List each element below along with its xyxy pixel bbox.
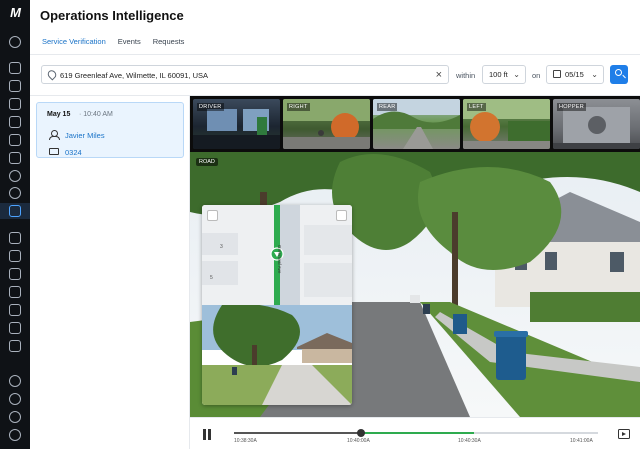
driver-link[interactable]: Javier Miles bbox=[65, 131, 105, 140]
timeline-tick: 10:40:30A bbox=[458, 438, 481, 444]
chevron-down-icon: ⌄ bbox=[513, 70, 520, 79]
video-mode-button[interactable] bbox=[618, 429, 630, 439]
camera-label: HOPPER bbox=[557, 103, 587, 111]
search-button[interactable] bbox=[610, 65, 628, 84]
nav-rail: M bbox=[0, 0, 30, 449]
timeline-scrubber[interactable] bbox=[357, 429, 366, 437]
map-house-number: 5 bbox=[210, 275, 213, 281]
user-icon bbox=[49, 130, 60, 140]
street-photo[interactable] bbox=[202, 305, 352, 405]
results-list: May 15 · 10:40 AM Javier Miles 0324 bbox=[30, 96, 190, 449]
address-search-field[interactable]: × bbox=[41, 65, 449, 84]
tab-events[interactable]: Events bbox=[116, 37, 143, 55]
calendar-icon bbox=[553, 70, 561, 78]
result-date: May 15 bbox=[47, 111, 71, 118]
chart-icon[interactable] bbox=[9, 286, 21, 298]
camera-thumb-left[interactable]: LEFT bbox=[463, 99, 550, 149]
user-icon[interactable] bbox=[9, 170, 21, 182]
camera-label: RIGHT bbox=[287, 103, 310, 111]
address-input[interactable] bbox=[60, 68, 430, 82]
playback-timeline: 10:38:30A 10:40:00A 10:40:30A 10:41:00A bbox=[190, 417, 640, 449]
help-icon[interactable] bbox=[9, 393, 21, 405]
road-camera-label: ROAD bbox=[196, 158, 218, 166]
account-settings-icon[interactable] bbox=[9, 375, 21, 387]
search-icon bbox=[615, 69, 622, 76]
camera-label: REAR bbox=[377, 103, 398, 111]
camera-strip: DRIVER RIGHT REAR LEFT HOPPER bbox=[190, 96, 640, 152]
compass-icon[interactable] bbox=[9, 187, 21, 199]
tab-service-verification[interactable]: Service Verification bbox=[40, 37, 108, 55]
truck-link[interactable]: 0324 bbox=[65, 148, 82, 157]
street-photo-image bbox=[202, 305, 352, 405]
pause-button[interactable] bbox=[202, 429, 212, 440]
table-icon[interactable] bbox=[9, 304, 21, 316]
service-verification-icon[interactable] bbox=[9, 205, 21, 217]
timeline-tick: 10:38:30A bbox=[234, 438, 257, 444]
camera-thumb-hopper[interactable]: HOPPER bbox=[553, 99, 640, 149]
tab-bar: Service Verification Events Requests bbox=[40, 37, 194, 55]
search-icon[interactable] bbox=[9, 36, 21, 48]
date-value: 05/15 bbox=[565, 70, 584, 79]
layers-icon[interactable] bbox=[9, 250, 21, 262]
map-overlay[interactable]: Greenleaf Ave 3 5 bbox=[202, 205, 352, 405]
timeline-highlight bbox=[361, 432, 475, 434]
location-pin-icon bbox=[45, 68, 59, 81]
tab-requests[interactable]: Requests bbox=[151, 37, 187, 55]
app-logo[interactable]: M bbox=[0, 5, 30, 23]
report-icon[interactable] bbox=[9, 268, 21, 280]
map-house-number: 3 bbox=[220, 244, 223, 250]
timeline-tick: 10:40:00A bbox=[347, 438, 370, 444]
map-icon[interactable] bbox=[9, 62, 21, 74]
bin-icon[interactable] bbox=[9, 232, 21, 244]
within-label: within bbox=[456, 71, 476, 80]
tab-divider bbox=[30, 54, 640, 55]
chevron-down-icon: ⌄ bbox=[591, 70, 598, 79]
inbox-icon[interactable] bbox=[9, 98, 21, 110]
map-street-name: Greenleaf Ave bbox=[277, 245, 282, 274]
route-icon[interactable] bbox=[9, 152, 21, 164]
map-menu-icon[interactable] bbox=[207, 210, 218, 221]
profile-icon[interactable] bbox=[9, 429, 21, 441]
timeline-played bbox=[234, 432, 362, 434]
truck-icon bbox=[49, 148, 59, 155]
camera-label: DRIVER bbox=[197, 103, 224, 111]
result-time: · 10:40 AM bbox=[79, 111, 113, 118]
page-title: Operations Intelligence bbox=[40, 8, 184, 23]
mini-map[interactable]: Greenleaf Ave 3 5 bbox=[202, 205, 352, 305]
briefcase-icon[interactable] bbox=[9, 340, 21, 352]
on-label: on bbox=[532, 71, 541, 80]
truck-icon[interactable] bbox=[9, 134, 21, 146]
close-icon[interactable]: × bbox=[436, 68, 442, 82]
date-select[interactable]: 05/15 ⌄ bbox=[546, 65, 604, 84]
bell-icon[interactable] bbox=[9, 411, 21, 423]
result-card[interactable]: May 15 · 10:40 AM Javier Miles 0324 bbox=[36, 102, 184, 158]
camera-thumb-driver[interactable]: DRIVER bbox=[193, 99, 280, 149]
timeline-tick: 10:41:00A bbox=[570, 438, 593, 444]
camera-label: LEFT bbox=[467, 103, 486, 111]
camera-thumb-rear[interactable]: REAR bbox=[373, 99, 460, 149]
distance-value: 100 ft bbox=[489, 70, 508, 79]
shield-icon[interactable] bbox=[9, 80, 21, 92]
expand-icon[interactable] bbox=[336, 210, 347, 221]
document-icon[interactable] bbox=[9, 116, 21, 128]
camera-thumb-right[interactable]: RIGHT bbox=[283, 99, 370, 149]
video-icon[interactable] bbox=[9, 322, 21, 334]
distance-select[interactable]: 100 ft ⌄ bbox=[482, 65, 526, 84]
